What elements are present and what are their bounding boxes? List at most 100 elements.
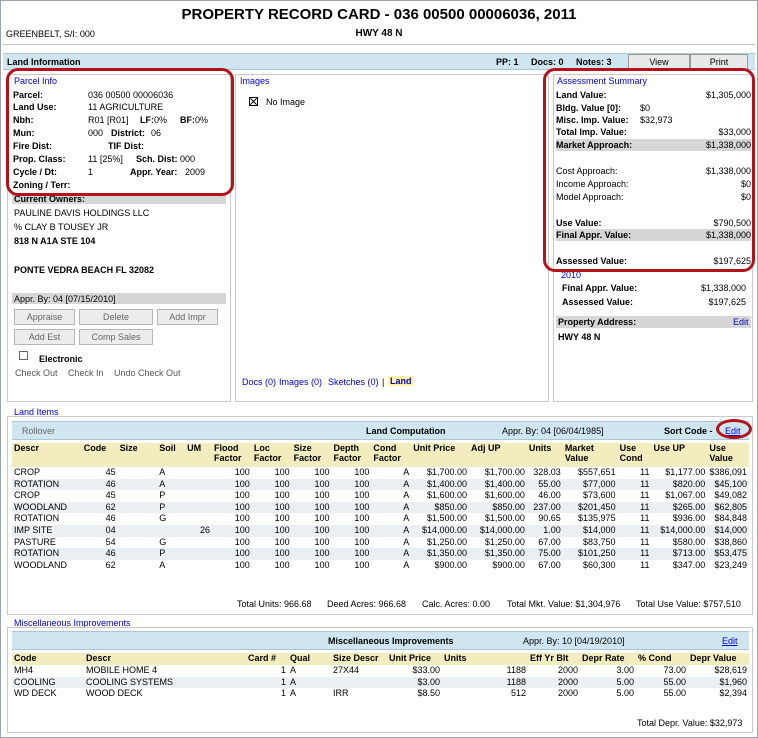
col-soil[interactable]: Soil bbox=[157, 443, 185, 467]
col-use-cond[interactable]: Use Cond bbox=[618, 443, 652, 467]
prior-assessed-label: Assessed Value: bbox=[562, 297, 634, 307]
misc-cell bbox=[331, 676, 387, 689]
misc-cell: 1188 bbox=[442, 676, 528, 689]
col-depth-factor[interactable]: Depth Factor bbox=[332, 443, 372, 467]
misc-row: COOLING COOLING SYSTEMS 1 A $3.00 1188 2000 5.0… bbox=[12, 676, 749, 689]
land-cell: 100 bbox=[234, 467, 250, 477]
land-cell: A bbox=[159, 559, 166, 570]
land-cell: $201,450 bbox=[562, 501, 618, 514]
misc-col-code[interactable]: Code bbox=[12, 653, 84, 665]
land-cell: 46 bbox=[81, 478, 118, 491]
col-flood-factor[interactable]: Flood Factor bbox=[212, 443, 252, 467]
misc-col-qual[interactable]: Qual bbox=[288, 653, 331, 665]
land-cell: $1,700.00 bbox=[427, 467, 468, 477]
land-cell: $1,400.00 bbox=[469, 478, 527, 491]
misc-col-unit-price[interactable]: Unit Price bbox=[387, 653, 442, 665]
misc-impr-table: Code Descr Card # Qual Size Descr Unit P… bbox=[12, 653, 749, 700]
misc-cell: $8.50 bbox=[417, 688, 440, 699]
col-adj-up[interactable]: Adj UP bbox=[469, 443, 527, 467]
misc-cell: $1,960 bbox=[688, 676, 749, 689]
land-cell: A bbox=[403, 467, 410, 477]
land-cell: 11 bbox=[617, 478, 652, 491]
add-impr-button[interactable]: Add Impr bbox=[157, 309, 218, 325]
land-cell: $14,000 bbox=[562, 524, 618, 537]
greenbelt-label: GREENBELT, S/I: 000 bbox=[6, 29, 95, 39]
col-units[interactable]: Units bbox=[527, 443, 563, 467]
land-cell: $60,300 bbox=[583, 559, 616, 570]
col-size-factor[interactable]: Size Factor bbox=[292, 443, 332, 467]
undo-check-out-link[interactable]: Undo Check Out bbox=[114, 368, 181, 378]
col-size[interactable]: Size bbox=[118, 443, 158, 467]
misc-col-cond[interactable]: % Cond bbox=[636, 653, 688, 665]
land-cell: 11 bbox=[640, 559, 650, 570]
col-descr[interactable]: Descr bbox=[12, 443, 82, 467]
land-cell: 54 bbox=[105, 536, 116, 547]
misc-col-eff-yr[interactable]: Eff Yr Blt bbox=[528, 653, 580, 665]
misc-col-depr-value[interactable]: Depr Value bbox=[688, 653, 749, 665]
land-cell: 75.00 bbox=[526, 548, 563, 560]
electronic-checkbox[interactable] bbox=[19, 351, 28, 360]
land-cell bbox=[117, 524, 158, 537]
images-link[interactable]: Images (0) bbox=[279, 377, 322, 387]
land-cell: $1,177.00 bbox=[665, 467, 706, 477]
misc-cell: COOLING bbox=[12, 676, 84, 689]
check-in-link[interactable]: Check In bbox=[68, 368, 104, 378]
misc-col-depr-rate[interactable]: Depr Rate bbox=[580, 653, 636, 665]
misc-edit-link[interactable]: Edit bbox=[722, 636, 738, 646]
sketches-link[interactable]: Sketches (0) bbox=[328, 377, 379, 387]
misc-cell: 27X44 bbox=[333, 665, 360, 675]
land-cell: CROP bbox=[14, 467, 41, 477]
land-cell: $1,500.00 bbox=[427, 513, 468, 524]
docs-link[interactable]: Docs (0) bbox=[242, 377, 276, 387]
col-use-up[interactable]: Use UP bbox=[651, 443, 707, 467]
land-cell: $1,067.00 bbox=[665, 490, 706, 501]
misc-row: WD DECK WOOD DECK 1 A IRR $8.50 512 2000 5.00 55.… bbox=[12, 688, 749, 700]
col-um[interactable]: UM bbox=[185, 443, 212, 467]
land-cell bbox=[185, 548, 212, 560]
land-cell: 46 bbox=[81, 548, 118, 560]
col-code[interactable]: Code bbox=[82, 443, 118, 467]
misc-col-size-descr[interactable]: Size Descr bbox=[331, 653, 387, 665]
land-cell: 45 bbox=[105, 490, 116, 501]
misc-cell: MOBILE HOME 4 bbox=[86, 665, 158, 675]
misc-cell: 1 bbox=[280, 688, 286, 699]
land-cell: $62,805 bbox=[707, 501, 749, 514]
land-cell: 100 bbox=[331, 524, 372, 537]
misc-cell: 3.00 bbox=[616, 665, 634, 675]
land-cell: 100 bbox=[354, 467, 370, 477]
appraise-button[interactable]: Appraise bbox=[14, 309, 75, 325]
misc-col-units[interactable]: Units bbox=[442, 653, 528, 665]
col-use-value[interactable]: Use Value bbox=[707, 443, 749, 467]
col-loc-factor[interactable]: Loc Factor bbox=[252, 443, 292, 467]
add-est-button[interactable]: Add Est bbox=[14, 329, 75, 345]
land-cell bbox=[185, 537, 212, 549]
land-cell: $1,600.00 bbox=[427, 490, 468, 501]
misc-cell: 1 bbox=[280, 665, 286, 675]
land-cell bbox=[117, 478, 158, 491]
land-cell: $101,250 bbox=[562, 548, 618, 560]
land-link[interactable]: Land bbox=[388, 376, 414, 386]
land-cell: 11 bbox=[640, 536, 650, 547]
land-cell: $386,091 bbox=[709, 467, 747, 477]
misc-cell: 55.00 bbox=[636, 676, 688, 689]
col-unit-price[interactable]: Unit Price bbox=[411, 443, 469, 467]
misc-col-descr[interactable]: Descr bbox=[84, 653, 246, 665]
comp-sales-button[interactable]: Comp Sales bbox=[79, 329, 153, 345]
land-cell: 100 bbox=[274, 513, 290, 524]
misc-cell: $2,394 bbox=[719, 688, 747, 699]
land-cell: 100 bbox=[251, 548, 292, 560]
check-out-link[interactable]: Check Out bbox=[15, 368, 58, 378]
pp-count: PP: 1 bbox=[496, 57, 519, 67]
land-cell: $347.00 bbox=[672, 559, 706, 570]
land-cell: 100 bbox=[291, 501, 332, 514]
address-edit-link[interactable]: Edit bbox=[733, 317, 749, 327]
col-cond-factor[interactable]: Cond Factor bbox=[371, 443, 411, 467]
images-panel bbox=[235, 74, 549, 402]
land-cell: 100 bbox=[251, 478, 292, 491]
rollover-label[interactable]: Rollover bbox=[22, 426, 55, 436]
misc-col-card[interactable]: Card # bbox=[246, 653, 288, 665]
delete-button[interactable]: Delete bbox=[79, 309, 153, 325]
land-cell bbox=[118, 537, 158, 549]
col-market-value[interactable]: Market Value bbox=[563, 443, 618, 467]
page-title: PROPERTY RECORD CARD - 036 00500 0000603… bbox=[181, 6, 577, 23]
